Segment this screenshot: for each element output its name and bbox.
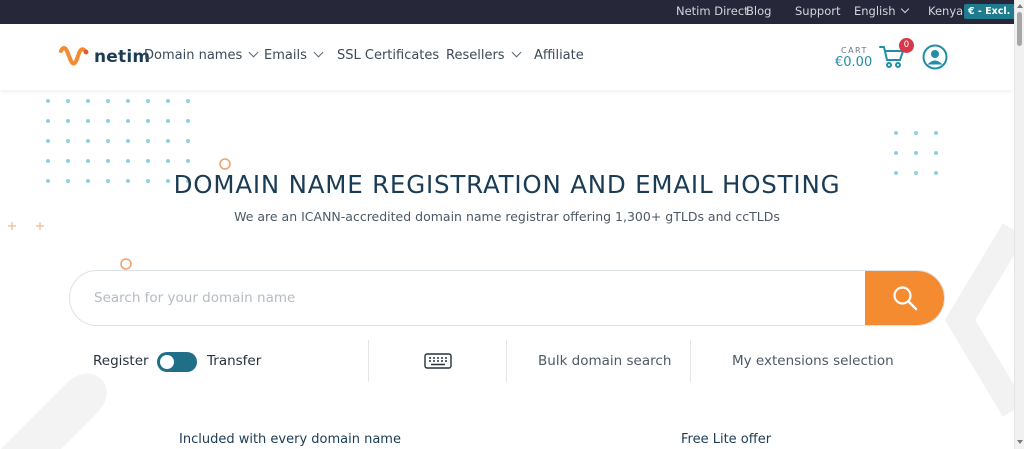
decorative-dot — [66, 99, 70, 103]
blog-link[interactable]: Blog — [746, 4, 771, 18]
decorative-dot — [46, 119, 50, 123]
nav-label: Domain names — [144, 48, 243, 63]
decorative-dot — [106, 139, 110, 143]
decorative-dot — [934, 151, 938, 155]
decorative-dot — [126, 99, 130, 103]
decorative-dot — [46, 139, 50, 143]
decorative-dot — [186, 119, 190, 123]
scroll-thumb[interactable] — [1017, 12, 1022, 46]
page: Netim Direct Blog Support English Kenya … — [0, 0, 1024, 449]
decorative-dot — [86, 119, 90, 123]
keyboard-icon[interactable] — [424, 353, 452, 369]
decorative-dot — [146, 159, 150, 163]
decorative-dot — [86, 139, 90, 143]
page-title: DOMAIN NAME REGISTRATION AND EMAIL HOSTI… — [173, 170, 841, 199]
decorative-dot — [66, 159, 70, 163]
decorative-dot — [914, 131, 918, 135]
search-button[interactable] — [865, 271, 944, 325]
decorative-dot — [914, 151, 918, 155]
decorative-dot — [126, 159, 130, 163]
decorative-dot — [146, 139, 150, 143]
bulk-domain-search-link[interactable]: Bulk domain search — [538, 353, 671, 369]
decorative-dot — [166, 139, 170, 143]
main-header: netim Domain names Emails SSL Certificat… — [0, 24, 1014, 90]
decorative-dot — [146, 119, 150, 123]
free-offer-heading: Free Lite offer — [681, 432, 772, 447]
nav-label: Emails — [264, 48, 307, 63]
chevron-down-icon — [511, 47, 522, 58]
decorative-dot — [166, 119, 170, 123]
cart-count-badge: 0 — [899, 38, 914, 53]
decorative-dot — [186, 99, 190, 103]
support-link[interactable]: Support — [795, 4, 840, 18]
transfer-label[interactable]: Transfer — [207, 353, 261, 369]
user-account-icon[interactable] — [922, 44, 948, 70]
toggle-knob — [160, 355, 174, 369]
divider — [368, 340, 369, 382]
decorative-dot — [126, 119, 130, 123]
page-subtitle: We are an ICANN-accredited domain name r… — [234, 209, 780, 224]
included-section-heading: Included with every domain name — [179, 432, 401, 447]
logo-text[interactable]: netim — [94, 47, 150, 67]
chevron-down-icon — [313, 47, 324, 58]
decorative-dot — [86, 99, 90, 103]
decorative-dot — [46, 159, 50, 163]
decorative-dot — [166, 159, 170, 163]
decorative-dot — [894, 131, 898, 135]
decorative-chevron — [944, 223, 1014, 417]
netim-logo[interactable] — [58, 43, 90, 71]
scrollbar[interactable] — [1014, 0, 1024, 449]
decorative-dot — [106, 159, 110, 163]
decorative-dot — [166, 99, 170, 103]
decorative-dot — [66, 139, 70, 143]
domain-search-input[interactable] — [70, 271, 864, 325]
scroll-down-arrow-icon[interactable] — [1017, 440, 1023, 444]
nav-ssl-certificates[interactable]: SSL Certificates — [337, 48, 439, 63]
language-label: English — [854, 4, 896, 18]
top-utility-bar: Netim Direct Blog Support English Kenya … — [0, 0, 1024, 24]
nav-resellers[interactable]: Resellers — [446, 47, 522, 63]
decorative-dot — [934, 131, 938, 135]
cart-amount[interactable]: €0.00 — [835, 55, 872, 70]
extensions-selection-link[interactable]: My extensions selection — [732, 353, 894, 369]
register-transfer-toggle[interactable] — [157, 352, 197, 372]
decorative-dot — [146, 99, 150, 103]
nav-affiliate[interactable]: Affiliate — [534, 48, 584, 63]
divider — [506, 340, 507, 382]
domain-search-bar — [69, 270, 945, 326]
decorative-dot — [186, 159, 190, 163]
decorative-dot — [66, 119, 70, 123]
nav-domain-names[interactable]: Domain names — [144, 47, 259, 63]
magnifier-icon — [893, 286, 918, 311]
decorative-dot — [894, 151, 898, 155]
decorative-dot — [106, 99, 110, 103]
register-label[interactable]: Register — [93, 353, 149, 369]
chevron-down-icon — [248, 47, 259, 58]
decorative-stripe — [1, 373, 107, 449]
scroll-up-arrow-icon[interactable] — [1017, 4, 1023, 8]
cart-label: CART — [841, 46, 868, 55]
netim-direct-link[interactable]: Netim Direct — [676, 4, 749, 18]
decorative-dot — [106, 119, 110, 123]
nav-label: Resellers — [446, 48, 505, 63]
decorative-dot — [126, 139, 130, 143]
decorative-dot — [86, 159, 90, 163]
decorative-dot — [186, 139, 190, 143]
language-selector[interactable]: English — [854, 4, 909, 18]
nav-emails[interactable]: Emails — [264, 47, 324, 63]
divider — [690, 340, 691, 382]
chevron-down-icon — [900, 4, 909, 14]
decorative-dot — [46, 99, 50, 103]
country-label[interactable]: Kenya — [928, 4, 963, 18]
